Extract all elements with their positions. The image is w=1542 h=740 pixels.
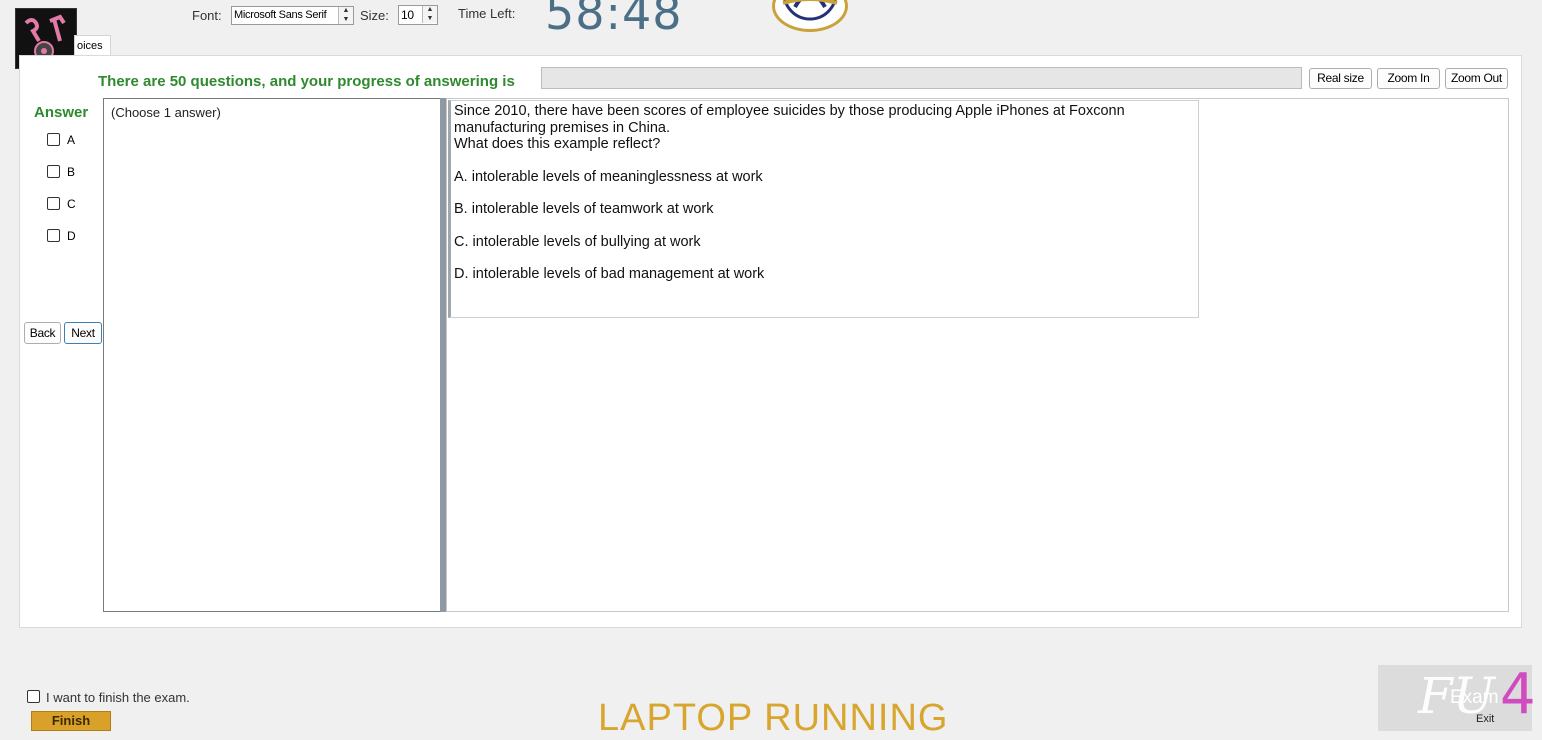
checkbox[interactable] — [47, 229, 60, 242]
down-arrow-icon[interactable]: ▼ — [339, 16, 353, 24]
question-text-line: manufacturing premises in China. — [454, 119, 670, 136]
font-selector[interactable]: Microsoft Sans Serif ▲ ▼ — [231, 6, 354, 25]
answer-option-a[interactable]: A — [47, 133, 75, 149]
checkbox[interactable] — [27, 690, 40, 703]
time-left-label: Time Left: — [458, 6, 516, 21]
back-button[interactable]: Back — [24, 322, 61, 344]
time-left-clock: 58:48 — [545, 0, 683, 40]
answer-option-label: C — [67, 197, 76, 211]
size-label: Size: — [360, 8, 389, 23]
exit-button[interactable]: FU Exam 4 Exit — [1378, 665, 1536, 731]
question-option-d: D. intolerable levels of bad management … — [454, 266, 765, 282]
answer-option-label: B — [67, 165, 76, 179]
real-size-button[interactable]: Real size — [1309, 68, 1372, 89]
question-option-a: A. intolerable levels of meaninglessness… — [454, 168, 763, 185]
status-banner: LAPTOP RUNNING — [598, 697, 949, 739]
font-spinner[interactable]: ▲ ▼ — [338, 7, 353, 24]
answer-option-label: D — [67, 229, 76, 243]
font-value: Microsoft Sans Serif — [234, 9, 327, 21]
answer-title: Answer — [34, 104, 89, 121]
choose-hint: (Choose 1 answer) — [111, 105, 221, 120]
progress-bar — [541, 67, 1302, 89]
up-arrow-icon[interactable]: ▲ — [423, 6, 437, 14]
size-selector[interactable]: 10 ▲ ▼ — [398, 5, 438, 25]
next-button[interactable]: Next — [64, 322, 102, 344]
size-spinner[interactable]: ▲ ▼ — [422, 6, 437, 23]
club-crest-logo — [772, 0, 848, 32]
checkbox[interactable] — [47, 197, 60, 210]
tab-choices[interactable]: oices — [74, 35, 111, 55]
exit-brand-number: 4 — [1500, 662, 1536, 727]
question-text-line: Since 2010, there have been scores of em… — [454, 103, 1125, 119]
font-label: Font: — [192, 8, 222, 23]
checkbox[interactable] — [47, 133, 60, 146]
choices-box[interactable]: (Choose 1 answer) — [103, 98, 441, 612]
answer-option-b[interactable]: B — [47, 165, 75, 181]
question-box: Since 2010, there have been scores of em… — [448, 100, 1199, 318]
finish-button[interactable]: Finish — [31, 711, 111, 731]
question-option-b: B. intolerable levels of teamwork at wor… — [454, 201, 714, 217]
finish-exam-label: I want to finish the exam. — [46, 690, 190, 705]
size-value: 10 — [401, 8, 414, 22]
zoom-in-button[interactable]: Zoom In — [1377, 68, 1440, 89]
down-arrow-icon[interactable]: ▼ — [423, 15, 437, 23]
answer-option-c[interactable]: C — [47, 197, 76, 213]
finish-exam-checkbox[interactable]: I want to finish the exam. — [27, 690, 190, 705]
progress-label: There are 50 questions, and your progres… — [98, 73, 515, 90]
question-area[interactable]: Since 2010, there have been scores of em… — [446, 98, 1509, 612]
checkbox[interactable] — [47, 165, 60, 178]
zoom-out-button[interactable]: Zoom Out — [1445, 68, 1508, 89]
exit-label: Exit — [1476, 713, 1495, 725]
exit-brand-exam: Exam — [1450, 687, 1499, 708]
question-prompt: What does this example reflect? — [454, 136, 661, 152]
up-arrow-icon[interactable]: ▲ — [339, 7, 353, 15]
question-option-c: C. intolerable levels of bullying at wor… — [454, 233, 701, 250]
answer-option-d[interactable]: D — [47, 229, 76, 245]
answer-option-label: A — [67, 133, 76, 147]
